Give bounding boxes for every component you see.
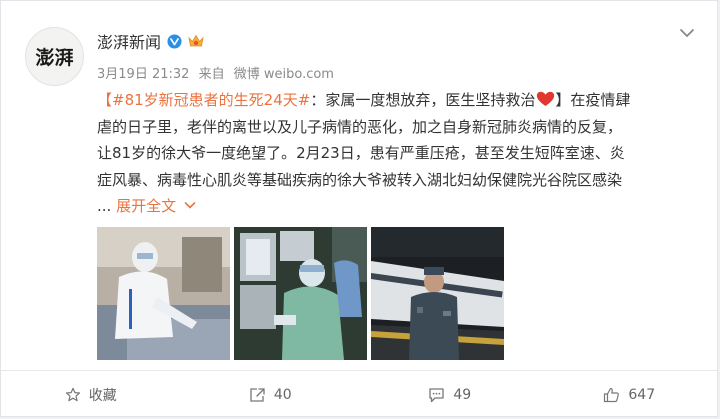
- author-name[interactable]: 澎湃新闻: [97, 29, 161, 53]
- expand-label: 展开全文: [116, 197, 177, 215]
- verified-badge-icon: [167, 33, 182, 49]
- train-platform-image: [371, 227, 504, 360]
- star-icon: [65, 387, 80, 401]
- ellipsis: ...: [97, 197, 112, 215]
- text-line-5: ... 展开全文: [97, 193, 697, 220]
- text-line-4: 症风暴、病毒性心肌炎等基础疾病的徐大爷被转入湖北妇幼保健院光谷院区感染: [97, 170, 623, 189]
- expand-chevron-icon: [184, 202, 196, 209]
- photo-grid: [97, 227, 504, 360]
- topic-link[interactable]: 【#81岁新冠患者的生死24天#: [97, 91, 310, 109]
- comment-icon: [429, 387, 444, 402]
- photo-train-platform[interactable]: [371, 227, 504, 360]
- text-line-1: 【#81岁新冠患者的生死24天#：家属一度想放弃，医生坚持救治 】在疫情肆: [97, 87, 697, 114]
- like-button[interactable]: 647: [540, 371, 720, 418]
- thepaper-logo: 澎湃: [26, 28, 83, 85]
- more-options-chevron-icon[interactable]: [679, 27, 695, 39]
- heart-emoji-icon: [537, 91, 555, 107]
- repost-count: 40: [273, 386, 292, 403]
- vip-crown-icon: [188, 34, 204, 47]
- post-timestamp[interactable]: 3月19日 21:32: [97, 67, 189, 82]
- text-line1-rest: ：家属一度想放弃，医生坚持救治: [310, 91, 536, 109]
- repost-button[interactable]: 40: [181, 371, 361, 418]
- favorite-button[interactable]: 收藏: [1, 371, 181, 418]
- author-row: 澎湃新闻: [97, 29, 205, 53]
- comment-count: 49: [453, 386, 472, 403]
- comment-button[interactable]: 49: [360, 371, 540, 418]
- medical-worker-image: [97, 227, 230, 360]
- post-text: 【#81岁新冠患者的生死24天#：家属一度想放弃，医生坚持救治 】在疫情肆 虐的日…: [97, 87, 697, 220]
- action-bar: 收藏 40 49 647: [1, 371, 719, 418]
- source-prefix: 来自: [198, 67, 225, 82]
- text-line-3: 让81岁的徐大爷一度绝望了。2月23日，患有严重压疮，甚至发生短阵室速、炎: [97, 144, 625, 162]
- svg-text:澎湃: 澎湃: [35, 46, 73, 69]
- expand-full-text-link[interactable]: 展开全文: [116, 197, 196, 215]
- post-meta: 3月19日 21:32 来自 微博 weibo.com: [97, 63, 339, 82]
- photo-doctors-xray[interactable]: [234, 227, 367, 360]
- repost-icon: [250, 387, 265, 402]
- author-avatar[interactable]: 澎湃: [25, 27, 84, 86]
- like-count: 647: [628, 386, 656, 403]
- doctors-xray-image: [234, 227, 367, 360]
- post-source: 微博 weibo.com: [233, 67, 334, 82]
- text-line-2: 虐的日子里，老伴的离世以及儿子病情的恶化，加之自身新冠肺炎病情的反复，: [97, 117, 623, 136]
- text-line1-tail: 】在疫情肆: [555, 91, 631, 109]
- weibo-post-card: 澎湃 澎湃新闻 3月19日 21:32 来自 微博 weibo.com 【#81…: [0, 0, 718, 417]
- thumbs-up-icon: [604, 387, 620, 402]
- favorite-label: 收藏: [88, 387, 117, 404]
- photo-medical-worker[interactable]: [97, 227, 230, 360]
